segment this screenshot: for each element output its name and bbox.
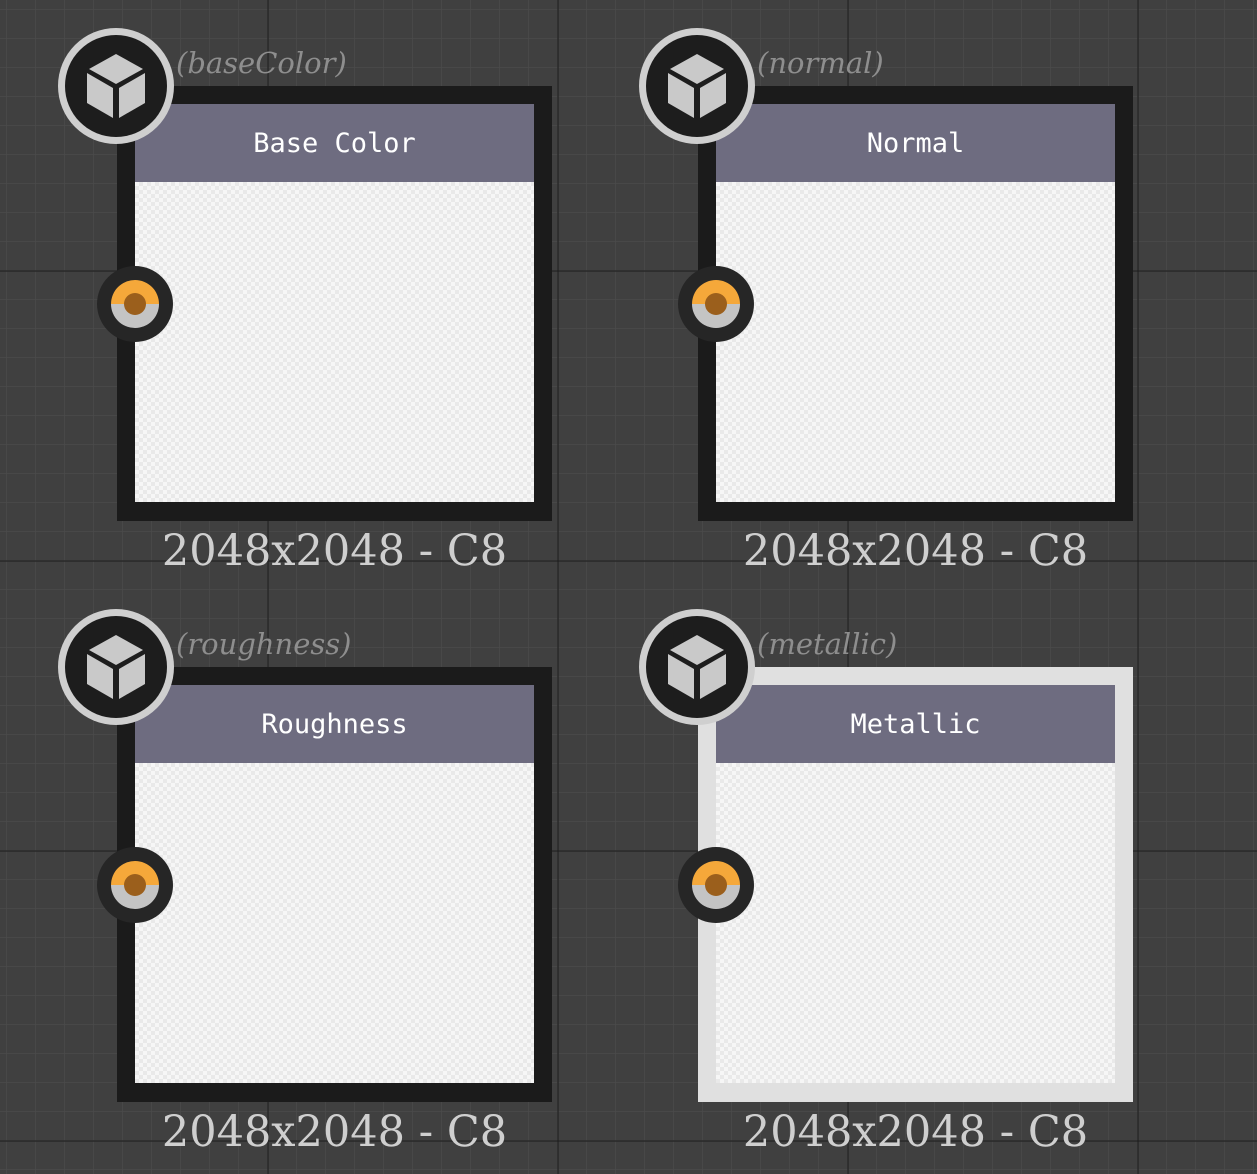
cube-icon — [639, 28, 755, 144]
output-node-base-color[interactable]: Base Color (baseColor) 2048x2048 - C8 — [0, 0, 560, 580]
node-resolution: 2048x2048 - C8 — [161, 526, 508, 576]
node-resolution: 2048x2048 - C8 — [161, 1107, 508, 1157]
node-preview — [716, 763, 1115, 1083]
node-resolution: 2048x2048 - C8 — [742, 526, 1089, 576]
node-preview — [135, 182, 534, 502]
input-port[interactable] — [678, 847, 754, 923]
node-frame[interactable]: Base Color — [117, 86, 552, 521]
input-port[interactable] — [97, 847, 173, 923]
node-title: Base Color — [135, 104, 534, 182]
output-node-normal[interactable]: Normal (normal) 2048x2048 - C8 — [581, 0, 1141, 580]
output-node-roughness[interactable]: Roughness (roughness) 2048x2048 - C8 — [0, 581, 560, 1161]
input-port[interactable] — [97, 266, 173, 342]
cube-icon — [58, 609, 174, 725]
node-identifier: (roughness) — [176, 627, 352, 661]
node-frame[interactable]: Normal — [698, 86, 1133, 521]
node-frame-selected[interactable]: Metallic — [698, 667, 1133, 1102]
cube-icon — [58, 28, 174, 144]
node-frame[interactable]: Roughness — [117, 667, 552, 1102]
output-node-metallic[interactable]: Metallic (metallic) 2048x2048 - C8 — [581, 581, 1141, 1161]
node-identifier: (metallic) — [757, 627, 898, 661]
node-title: Normal — [716, 104, 1115, 182]
node-identifier: (normal) — [757, 46, 884, 80]
cube-icon — [639, 609, 755, 725]
node-title: Roughness — [135, 685, 534, 763]
node-preview — [135, 763, 534, 1083]
input-port[interactable] — [678, 266, 754, 342]
node-identifier: (baseColor) — [176, 46, 347, 80]
node-preview — [716, 182, 1115, 502]
node-title: Metallic — [716, 685, 1115, 763]
node-resolution: 2048x2048 - C8 — [742, 1107, 1089, 1157]
